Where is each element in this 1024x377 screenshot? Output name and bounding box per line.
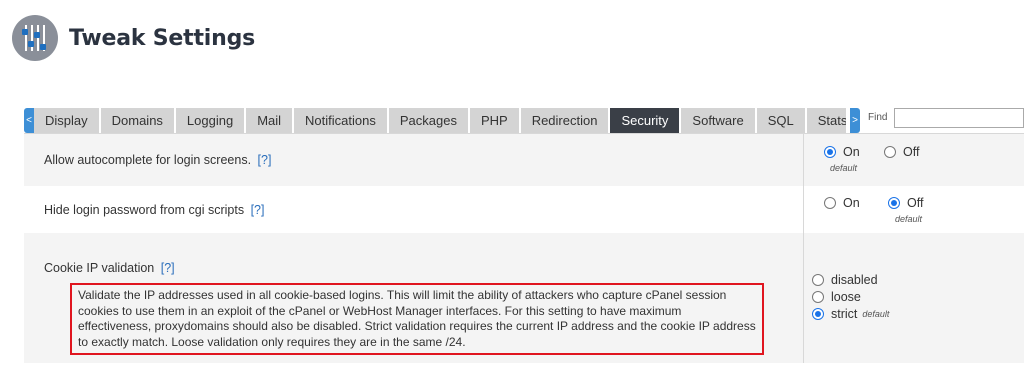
tab-stats[interactable]: Stats: [806, 108, 846, 133]
sliders-icon: [12, 15, 58, 61]
tab-list: Display Domains Logging Mail Notificatio…: [34, 108, 846, 133]
radio-button[interactable]: [888, 197, 900, 209]
radio-button[interactable]: [812, 291, 824, 303]
tab-packages[interactable]: Packages: [388, 108, 470, 133]
tab-mail[interactable]: Mail: [246, 108, 295, 133]
radio-option-on[interactable]: On: [824, 145, 860, 159]
default-note: default: [830, 163, 858, 173]
help-link[interactable]: [?]: [251, 203, 265, 217]
page-header: Tweak Settings: [12, 15, 256, 61]
help-link[interactable]: [?]: [258, 153, 272, 167]
tab-display[interactable]: Display: [34, 108, 101, 133]
category-tab-bar: < Display Domains Logging Mail Notificat…: [24, 108, 1024, 133]
radio-button[interactable]: [824, 197, 836, 209]
scroll-right-button[interactable]: >: [850, 108, 860, 133]
tab-sql[interactable]: SQL: [756, 108, 807, 133]
setting-label: Allow autocomplete for login screens.: [44, 153, 252, 167]
radio-option-off[interactable]: Off: [884, 145, 919, 159]
tab-domains[interactable]: Domains: [100, 108, 176, 133]
radio-button[interactable]: [812, 274, 824, 286]
default-note: default: [895, 214, 923, 224]
radio-button[interactable]: [812, 308, 824, 320]
help-link[interactable]: [?]: [161, 261, 175, 275]
tab-security[interactable]: Security: [610, 108, 682, 133]
radio-button[interactable]: [824, 146, 836, 158]
radio-option-off[interactable]: Off: [888, 196, 923, 210]
setting-row-autocomplete: Allow autocomplete for login screens. [?…: [24, 134, 1024, 186]
page-title: Tweak Settings: [69, 25, 256, 51]
scroll-left-button[interactable]: <: [24, 108, 34, 133]
tab-redirection[interactable]: Redirection: [520, 108, 611, 133]
tab-php[interactable]: PHP: [469, 108, 521, 133]
tab-software[interactable]: Software: [681, 108, 757, 133]
tab-logging[interactable]: Logging: [175, 108, 247, 133]
find-label: Find: [868, 112, 888, 123]
radio-option-disabled[interactable]: disabled: [812, 273, 878, 287]
radio-button[interactable]: [884, 146, 896, 158]
tab-notifications[interactable]: Notifications: [294, 108, 389, 133]
setting-label: Cookie IP validation: [44, 261, 155, 275]
radio-option-loose[interactable]: loose: [812, 290, 861, 304]
find-input[interactable]: [894, 108, 1024, 128]
setting-row-hide-password: Hide login password from cgi scripts [?]…: [24, 186, 1024, 233]
default-note: default: [862, 309, 890, 319]
setting-label: Hide login password from cgi scripts: [44, 203, 245, 217]
setting-description: Validate the IP addresses used in all co…: [70, 283, 764, 355]
radio-option-on[interactable]: On: [824, 196, 860, 210]
radio-option-strict[interactable]: strict default: [812, 307, 889, 321]
